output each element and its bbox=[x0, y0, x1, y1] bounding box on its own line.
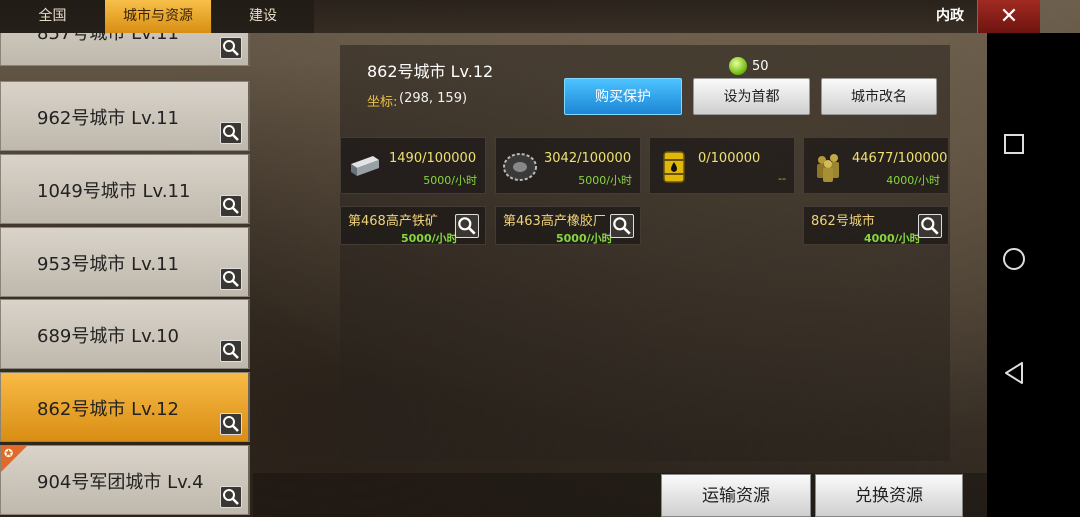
interior-title: 内政 bbox=[936, 8, 964, 24]
city-list: 857号城市 Lv.11 962号城市 Lv.11 1049号城市 Lv.11 … bbox=[0, 33, 252, 517]
system-nav-bar bbox=[987, 33, 1080, 517]
resource-amount: 0/100000 bbox=[698, 151, 761, 166]
tab-cities-resources[interactable]: 城市与资源 bbox=[105, 0, 211, 33]
producer-rate: 5000/小时 bbox=[556, 232, 613, 245]
city-name: 862号城市 Lv.12 bbox=[37, 399, 179, 420]
search-icon[interactable] bbox=[220, 122, 242, 144]
search-icon[interactable] bbox=[455, 214, 479, 238]
city-item-selected[interactable]: 862号城市 Lv.12 bbox=[0, 372, 250, 442]
search-icon[interactable] bbox=[220, 340, 242, 362]
rename-city-button[interactable]: 城市改名 bbox=[821, 78, 937, 115]
city-name: 1049号城市 Lv.11 bbox=[37, 181, 191, 202]
close-button[interactable]: ✕ bbox=[977, 0, 1040, 33]
resource-manpower: 44677/100000 4000/小时 bbox=[803, 137, 949, 194]
coordinate-label: 坐标: bbox=[367, 95, 398, 110]
search-icon[interactable] bbox=[918, 214, 942, 238]
search-icon[interactable] bbox=[220, 37, 242, 59]
recent-apps-icon[interactable] bbox=[1002, 132, 1026, 156]
resource-rate: 5000/小时 bbox=[578, 174, 632, 187]
producer-name: 第463高产橡胶厂 bbox=[503, 214, 606, 229]
producer-rate: 5000/小时 bbox=[401, 232, 458, 245]
resource-rate: 5000/小时 bbox=[423, 174, 477, 187]
tab-nationwide[interactable]: 全国 bbox=[0, 0, 105, 33]
exchange-resources-button[interactable]: 兑换资源 bbox=[815, 474, 963, 517]
resource-rate: -- bbox=[778, 172, 786, 185]
back-icon[interactable] bbox=[1002, 361, 1026, 385]
transport-resources-button[interactable]: 运输资源 bbox=[661, 474, 811, 517]
city-name: 962号城市 Lv.11 bbox=[37, 108, 179, 129]
producer-name: 862号城市 bbox=[811, 214, 875, 229]
coordinate-value: (298, 159) bbox=[399, 91, 468, 106]
producer-rate: 4000/小时 bbox=[864, 232, 921, 245]
soldiers-icon bbox=[817, 154, 839, 182]
producer-iron-mine[interactable]: 第468高产铁矿 5000/小时 bbox=[340, 206, 486, 245]
gem-icon bbox=[729, 57, 747, 75]
steel-icon bbox=[351, 156, 379, 176]
oil-barrel-icon bbox=[663, 151, 685, 183]
search-icon[interactable] bbox=[220, 268, 242, 290]
buy-protection-button[interactable]: 购买保护 bbox=[564, 78, 682, 115]
tab-construction[interactable]: 建设 bbox=[212, 0, 314, 33]
city-item[interactable]: ✪ 904号军团城市 Lv.4 bbox=[0, 445, 250, 515]
city-item[interactable]: 857号城市 Lv.11 bbox=[0, 33, 250, 66]
producer-rubber-factory[interactable]: 第463高产橡胶厂 5000/小时 bbox=[495, 206, 641, 245]
gem-count: 50 bbox=[752, 59, 769, 74]
resource-amount: 3042/100000 bbox=[544, 151, 632, 166]
producer-name: 第468高产铁矿 bbox=[348, 214, 438, 229]
resource-rubber: 3042/100000 5000/小时 bbox=[495, 137, 641, 194]
city-name: 689号城市 Lv.10 bbox=[37, 326, 179, 347]
resource-oil: 0/100000 -- bbox=[649, 137, 795, 194]
tire-icon bbox=[503, 153, 537, 181]
search-icon[interactable] bbox=[220, 195, 242, 217]
set-capital-button[interactable]: 设为首都 bbox=[693, 78, 810, 115]
city-name: 953号城市 Lv.11 bbox=[37, 254, 179, 275]
city-item[interactable]: 953号城市 Lv.11 bbox=[0, 227, 250, 297]
producer-city[interactable]: 862号城市 4000/小时 bbox=[803, 206, 949, 245]
home-icon[interactable] bbox=[1002, 247, 1026, 271]
search-icon[interactable] bbox=[610, 214, 634, 238]
city-name: 904号军团城市 Lv.4 bbox=[37, 472, 204, 493]
resource-amount: 1490/100000 bbox=[389, 151, 477, 166]
search-icon[interactable] bbox=[220, 413, 242, 435]
search-icon[interactable] bbox=[220, 486, 242, 508]
selected-city-name: 862号城市 Lv.12 bbox=[367, 62, 494, 81]
resource-steel: 1490/100000 5000/小时 bbox=[340, 137, 486, 194]
city-item[interactable]: 689号城市 Lv.10 bbox=[0, 299, 250, 369]
star-icon: ✪ bbox=[4, 447, 14, 460]
city-item[interactable]: 1049号城市 Lv.11 bbox=[0, 154, 250, 224]
resource-amount: 44677/100000 bbox=[852, 151, 948, 166]
resource-rate: 4000/小时 bbox=[886, 174, 940, 187]
city-name: 857号城市 Lv.11 bbox=[37, 33, 179, 44]
city-item[interactable]: 962号城市 Lv.11 bbox=[0, 81, 250, 151]
